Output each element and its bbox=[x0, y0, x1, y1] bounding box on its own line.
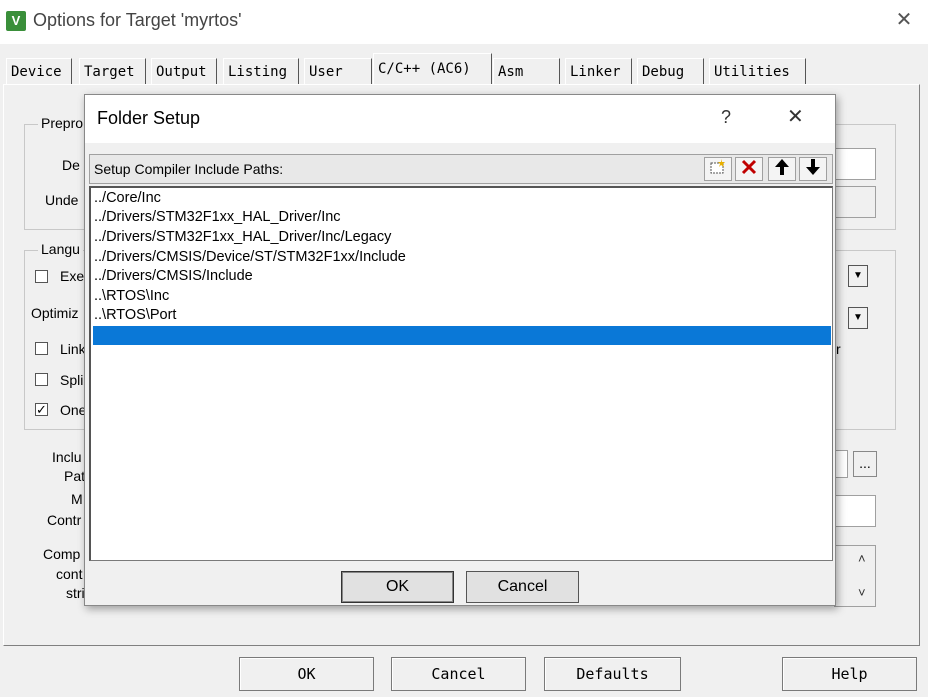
undefine-input[interactable] bbox=[834, 186, 876, 218]
dialog-close-button[interactable]: ✕ bbox=[787, 103, 804, 131]
option-label-fragment: r bbox=[836, 341, 841, 357]
include-paths-header: Setup Compiler Include Paths: bbox=[89, 154, 833, 184]
folder-setup-dialog: Folder Setup ? ✕ Setup Compiler Include … bbox=[84, 94, 836, 606]
language-group-label: Langu bbox=[38, 241, 83, 257]
execute-only-label: Exe bbox=[60, 268, 85, 284]
include-paths-input[interactable] bbox=[834, 450, 848, 478]
link-time-checkbox[interactable] bbox=[35, 342, 48, 355]
dialog-help-button[interactable]: ? bbox=[721, 107, 731, 128]
list-item[interactable]: ../Drivers/CMSIS/Include bbox=[94, 267, 253, 286]
list-item[interactable]: ../Drivers/STM32F1xx_HAL_Driver/Inc/Lega… bbox=[94, 228, 391, 247]
dialog-title: Folder Setup bbox=[97, 108, 201, 128]
window-close-button[interactable]: ✕ bbox=[890, 8, 918, 34]
list-item[interactable]: ../Core/Inc bbox=[94, 189, 161, 208]
dialog-ok-button[interactable]: OK bbox=[341, 571, 454, 603]
include-paths-list[interactable]: ../Core/Inc ../Drivers/STM32F1xx_HAL_Dri… bbox=[89, 186, 833, 561]
tab-device[interactable]: Device bbox=[6, 58, 72, 84]
tab-user[interactable]: User bbox=[304, 58, 372, 84]
chevron-up-icon[interactable]: ˄ bbox=[858, 551, 866, 566]
browse-include-paths-button[interactable]: ... bbox=[853, 451, 877, 477]
app-icon: V bbox=[6, 11, 26, 31]
tab-debug[interactable]: Debug bbox=[637, 58, 704, 84]
link-time-label: Link bbox=[60, 341, 86, 357]
chevron-down-icon[interactable]: ˅ bbox=[858, 585, 866, 600]
split-checkbox[interactable] bbox=[35, 373, 48, 386]
tab-output[interactable]: Output bbox=[151, 58, 217, 84]
move-up-icon[interactable] bbox=[768, 157, 796, 181]
tab-utilities[interactable]: Utilities bbox=[709, 58, 806, 84]
one-elf-label: One bbox=[60, 402, 87, 418]
chevron-down-icon[interactable]: ▼ bbox=[848, 307, 868, 329]
cancel-button[interactable]: Cancel bbox=[391, 657, 526, 691]
misc-controls-input[interactable] bbox=[834, 495, 876, 527]
chevron-down-icon[interactable]: ▼ bbox=[848, 265, 868, 287]
window-title: Options for Target 'myrtos' bbox=[33, 10, 242, 30]
one-elf-checkbox[interactable]: ✓ bbox=[35, 403, 48, 416]
list-item[interactable]: ..\RTOS\Port bbox=[94, 306, 176, 325]
new-folder-icon[interactable] bbox=[704, 157, 732, 181]
compiler-control-label-3: stri bbox=[66, 585, 85, 601]
delete-icon[interactable] bbox=[735, 157, 763, 181]
include-paths-label-2: Pat bbox=[64, 468, 86, 484]
tab-listing[interactable]: Listing bbox=[223, 58, 299, 84]
undefine-label: Unde bbox=[45, 192, 79, 208]
include-paths-header-label: Setup Compiler Include Paths: bbox=[94, 161, 284, 177]
move-down-icon[interactable] bbox=[799, 157, 827, 181]
list-item[interactable]: ..\RTOS\Inc bbox=[94, 287, 169, 306]
compiler-control-label: Comp bbox=[43, 546, 81, 562]
tab-linker[interactable]: Linker bbox=[565, 58, 632, 84]
compiler-control-string-box bbox=[834, 545, 876, 607]
optimization-label: Optimiz bbox=[31, 305, 79, 321]
define-input[interactable] bbox=[834, 148, 876, 180]
list-item[interactable]: ../Drivers/CMSIS/Device/ST/STM32F1xx/Inc… bbox=[94, 248, 406, 267]
help-button[interactable]: Help bbox=[782, 657, 917, 691]
ok-button[interactable]: OK bbox=[239, 657, 374, 691]
execute-only-checkbox[interactable] bbox=[35, 270, 48, 283]
selected-empty-list-item[interactable] bbox=[93, 326, 831, 345]
preprocessor-group-label: Prepro bbox=[38, 115, 87, 131]
dialog-cancel-button[interactable]: Cancel bbox=[466, 571, 579, 603]
tab-c-cpp-ac6[interactable]: C/C++ (AC6) bbox=[373, 53, 492, 85]
tab-asm[interactable]: Asm bbox=[493, 58, 560, 84]
define-label: De bbox=[62, 157, 80, 173]
defaults-button[interactable]: Defaults bbox=[544, 657, 681, 691]
include-paths-label: Inclu bbox=[52, 449, 82, 465]
list-item[interactable]: ../Drivers/STM32F1xx_HAL_Driver/Inc bbox=[94, 208, 341, 227]
tab-target[interactable]: Target bbox=[79, 58, 146, 84]
compiler-control-label-2: cont bbox=[56, 566, 83, 582]
misc-controls-label-2: Contr bbox=[47, 512, 82, 528]
split-label: Spli bbox=[60, 372, 84, 388]
misc-controls-label: M bbox=[71, 491, 83, 507]
